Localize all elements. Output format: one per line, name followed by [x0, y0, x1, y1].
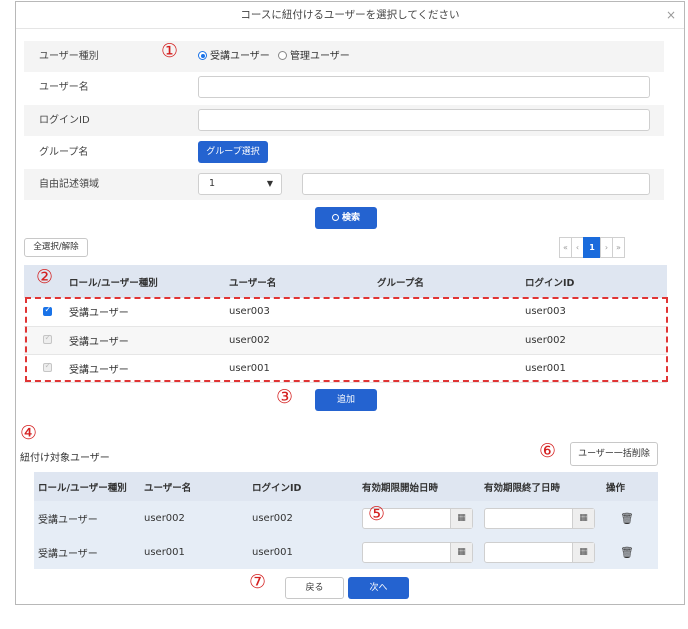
target-users-header: ロール/ユーザー種別 ユーザー名 ログインID 有効期限開始日時 有効期限終了日… [34, 472, 658, 501]
table-row: 受講ユーザー user002 user002 ▦ ▦ 🗑 [34, 501, 658, 535]
header-group: グループ名 [377, 265, 525, 298]
header-username: ユーザー名 [229, 265, 377, 298]
calendar-icon[interactable]: ▦ [450, 542, 472, 562]
chevron-down-icon: ▼ [266, 179, 273, 188]
search-button-label: 検索 [341, 213, 360, 223]
end-date-input[interactable] [485, 543, 572, 562]
cell-group [377, 326, 525, 355]
table-row[interactable]: 受講ユーザー user001 user001 [24, 354, 667, 383]
table-row: 受講ユーザー user001 user001 ▦ ▦ 🗑 [34, 535, 658, 569]
next-button[interactable]: 次へ [348, 577, 409, 599]
end-date-field[interactable]: ▦ [484, 507, 595, 529]
header-login-id: ログインID [525, 265, 667, 298]
radio-learner-user-label[interactable]: 受講ユーザー [210, 51, 270, 62]
cell-username: user002 [229, 326, 377, 355]
cell-login-id: user001 [525, 354, 667, 383]
free-field-label: 自由記述領域 [39, 179, 99, 190]
cell-login-id: user003 [525, 298, 667, 327]
annotation-marker-7: ⑦ [249, 571, 267, 593]
login-id-label: ログインID [39, 115, 90, 126]
row-checkbox[interactable] [43, 333, 52, 344]
header-username: ユーザー名 [144, 472, 252, 501]
radio-learner-user[interactable] [198, 51, 207, 60]
cell-role: 受講ユーザー [69, 354, 229, 383]
header-role: ロール/ユーザー種別 [69, 265, 229, 298]
pagination: « ‹ 1 › » [559, 237, 625, 258]
back-button[interactable]: 戻る [285, 577, 344, 599]
user-list-table: ロール/ユーザー種別 ユーザー名 グループ名 ログインID 受講ユーザー use… [24, 265, 667, 383]
user-list-header: ロール/ユーザー種別 ユーザー名 グループ名 ログインID [24, 265, 667, 298]
user-type-row: ユーザー種別 受講ユーザー 管理ユーザー [24, 41, 664, 72]
login-id-input[interactable] [198, 109, 650, 131]
annotation-marker-1: ① [161, 40, 179, 62]
search-icon [331, 214, 339, 221]
user-type-radio-group: 受講ユーザー 管理ユーザー [198, 41, 355, 72]
trash-icon[interactable]: 🗑 [620, 512, 634, 525]
group-label: グループ名 [39, 147, 89, 158]
cell-username: user003 [229, 298, 377, 327]
calendar-icon[interactable]: ▦ [450, 508, 472, 528]
cell-username: user002 [144, 501, 252, 535]
end-date-field[interactable]: ▦ [484, 541, 595, 563]
start-date-field[interactable]: ▦ [362, 541, 473, 563]
bulk-delete-users-button[interactable]: ユーザー一括削除 [570, 442, 658, 466]
cell-role: 受講ユーザー [34, 501, 144, 535]
radio-admin-user-label[interactable]: 管理ユーザー [290, 51, 350, 62]
dialog-title: コースに紐付けるユーザーを選択してください [16, 2, 684, 29]
annotation-marker-3: ③ [276, 386, 294, 408]
header-start-date: 有効期限開始日時 [362, 472, 484, 501]
annotation-marker-5: ⑤ [368, 503, 386, 525]
cell-role: 受講ユーザー [34, 535, 144, 569]
username-row: ユーザー名 [24, 72, 664, 103]
row-checkbox[interactable] [43, 305, 52, 316]
calendar-icon[interactable]: ▦ [572, 542, 594, 562]
header-login-id: ログインID [252, 472, 362, 501]
target-users-table: ロール/ユーザー種別 ユーザー名 ログインID 有効期限開始日時 有効期限終了日… [34, 472, 658, 569]
radio-admin-user[interactable] [278, 51, 287, 60]
close-icon[interactable]: × [666, 2, 676, 29]
annotation-marker-6: ⑥ [539, 440, 557, 462]
cell-login-id: user002 [525, 326, 667, 355]
user-type-label: ユーザー種別 [39, 51, 99, 62]
table-row[interactable]: 受講ユーザー user002 user002 [24, 326, 667, 355]
login-id-row: ログインID [24, 105, 664, 136]
cell-login-id: user001 [252, 535, 362, 569]
select-all-button[interactable]: 全選択/解除 [24, 238, 88, 257]
table-row[interactable]: 受講ユーザー user003 user003 [24, 298, 667, 327]
cell-group [377, 298, 525, 327]
group-row: グループ名 グループ選択 [24, 137, 664, 168]
calendar-icon[interactable]: ▦ [572, 508, 594, 528]
end-date-input[interactable] [485, 509, 572, 528]
annotation-marker-2: ② [36, 266, 54, 288]
cell-username: user001 [144, 535, 252, 569]
add-button[interactable]: 追加 [315, 389, 377, 411]
start-date-input[interactable] [363, 543, 450, 562]
cell-role: 受講ユーザー [69, 326, 229, 355]
search-button[interactable]: 検索 [315, 207, 377, 229]
free-field-row: 自由記述領域 1 ▼ [24, 169, 664, 200]
pagination-current-page[interactable]: 1 [583, 237, 601, 258]
cell-group [377, 354, 525, 383]
trash-icon[interactable]: 🗑 [620, 546, 634, 559]
header-end-date: 有効期限終了日時 [484, 472, 606, 501]
pagination-last[interactable]: » [612, 237, 625, 258]
target-users-label: 紐付け対象ユーザー [20, 453, 110, 464]
row-checkbox[interactable] [43, 361, 52, 372]
free-field-select[interactable]: 1 ▼ [198, 173, 282, 195]
username-input[interactable] [198, 76, 650, 98]
username-label: ユーザー名 [39, 82, 89, 93]
group-select-button[interactable]: グループ選択 [198, 141, 268, 163]
cell-login-id: user002 [252, 501, 362, 535]
annotation-marker-4: ④ [20, 422, 38, 444]
header-actions: 操作 [606, 472, 658, 501]
free-field-select-value: 1 [209, 178, 216, 189]
header-role: ロール/ユーザー種別 [34, 472, 144, 501]
cell-role: 受講ユーザー [69, 298, 229, 327]
free-field-input[interactable] [302, 173, 650, 195]
cell-username: user001 [229, 354, 377, 383]
